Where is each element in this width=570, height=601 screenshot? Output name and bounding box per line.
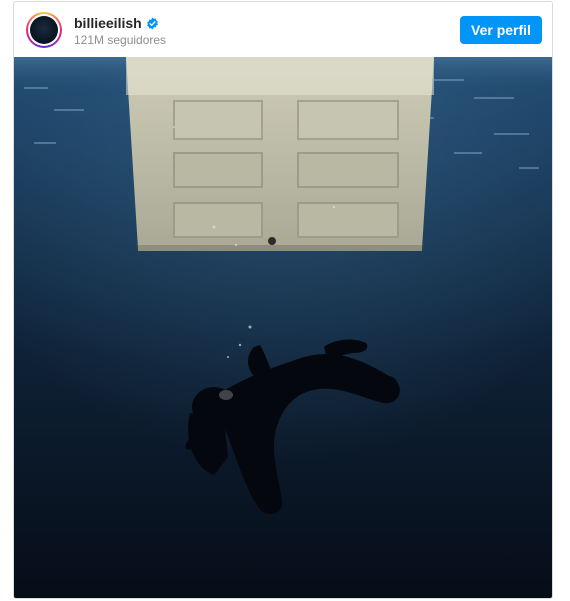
follower-count: 121M seguidores [74, 33, 167, 47]
username-row: billieeilish [74, 15, 159, 31]
post-header: billieeilish 121M seguidores Ver perfil [14, 2, 552, 57]
instagram-embed: billieeilish 121M seguidores Ver perfil [13, 1, 553, 599]
view-profile-button[interactable]: Ver perfil [460, 16, 542, 44]
verified-badge-icon [146, 17, 159, 30]
avatar-image [30, 16, 58, 44]
avatar[interactable] [26, 12, 62, 48]
username-link[interactable]: billieeilish [74, 15, 142, 31]
floating-door [126, 57, 434, 251]
post-image[interactable] [14, 57, 552, 598]
